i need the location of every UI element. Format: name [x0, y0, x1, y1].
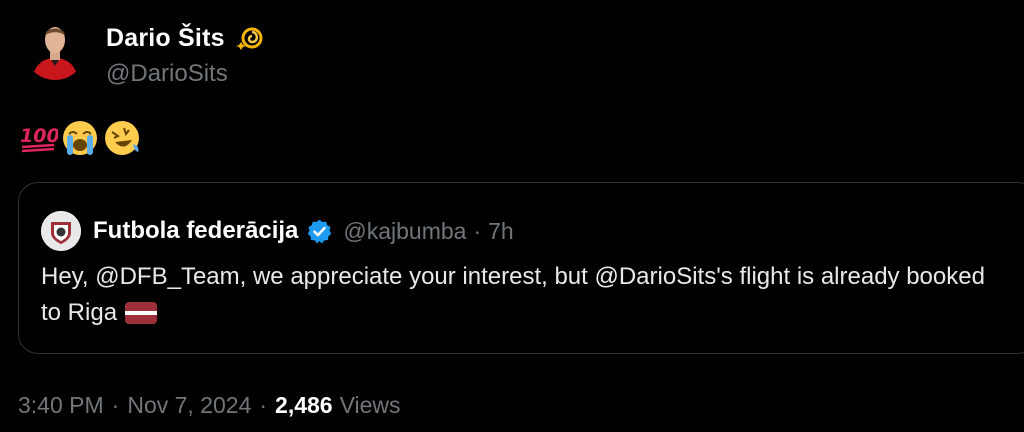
separator-dot: ·	[473, 217, 482, 244]
separator-dot: ·	[111, 391, 120, 418]
dizzy-icon	[235, 27, 263, 50]
tweet-page: Dario Šits @DarioSits 100 Futbola federā…	[0, 0, 1024, 432]
rolling-on-floor-laughing-icon	[105, 121, 139, 155]
latvia-flag-icon	[125, 302, 158, 324]
quoted-text: Hey, @DFB_Team, we appreciate your inter…	[41, 259, 1001, 331]
views-label: Views	[339, 391, 401, 418]
tweet-time[interactable]: 3:40 PM	[18, 392, 104, 419]
verified-badge-icon	[308, 219, 332, 243]
tweet-text: 100	[18, 116, 144, 160]
tweet-meta: 3:40 PM · Nov 7, 2024 · 2,486 Views	[18, 388, 401, 422]
display-name[interactable]: Dario Šits	[106, 24, 225, 53]
tweet-date[interactable]: Nov 7, 2024	[127, 392, 251, 419]
avatar[interactable]	[24, 18, 86, 80]
tweet-author: Dario Šits @DarioSits	[24, 18, 265, 88]
quoted-avatar[interactable]	[41, 211, 81, 251]
views-count: 2,486	[275, 391, 333, 418]
quoted-tweet-header: Futbola federācija @kajbumba · 7h	[41, 211, 514, 251]
separator-dot: ·	[259, 391, 268, 418]
quoted-handle[interactable]: @kajbumba	[343, 218, 466, 245]
quoted-tweet[interactable]: Futbola federācija @kajbumba · 7h Hey, @…	[18, 182, 1024, 354]
loudly-crying-face-icon	[63, 121, 97, 155]
quoted-display-name[interactable]: Futbola federācija	[93, 217, 298, 245]
author-names: Dario Šits @DarioSits	[106, 20, 265, 88]
display-name-row: Dario Šits	[106, 20, 265, 56]
quoted-text-body: Hey, @DFB_Team, we appreciate your inter…	[41, 263, 985, 326]
quoted-timestamp[interactable]: 7h	[488, 218, 514, 245]
hundred-points-icon: 100	[20, 125, 58, 153]
svg-text:100: 100	[20, 125, 58, 147]
author-handle[interactable]: @DarioSits	[106, 60, 265, 88]
